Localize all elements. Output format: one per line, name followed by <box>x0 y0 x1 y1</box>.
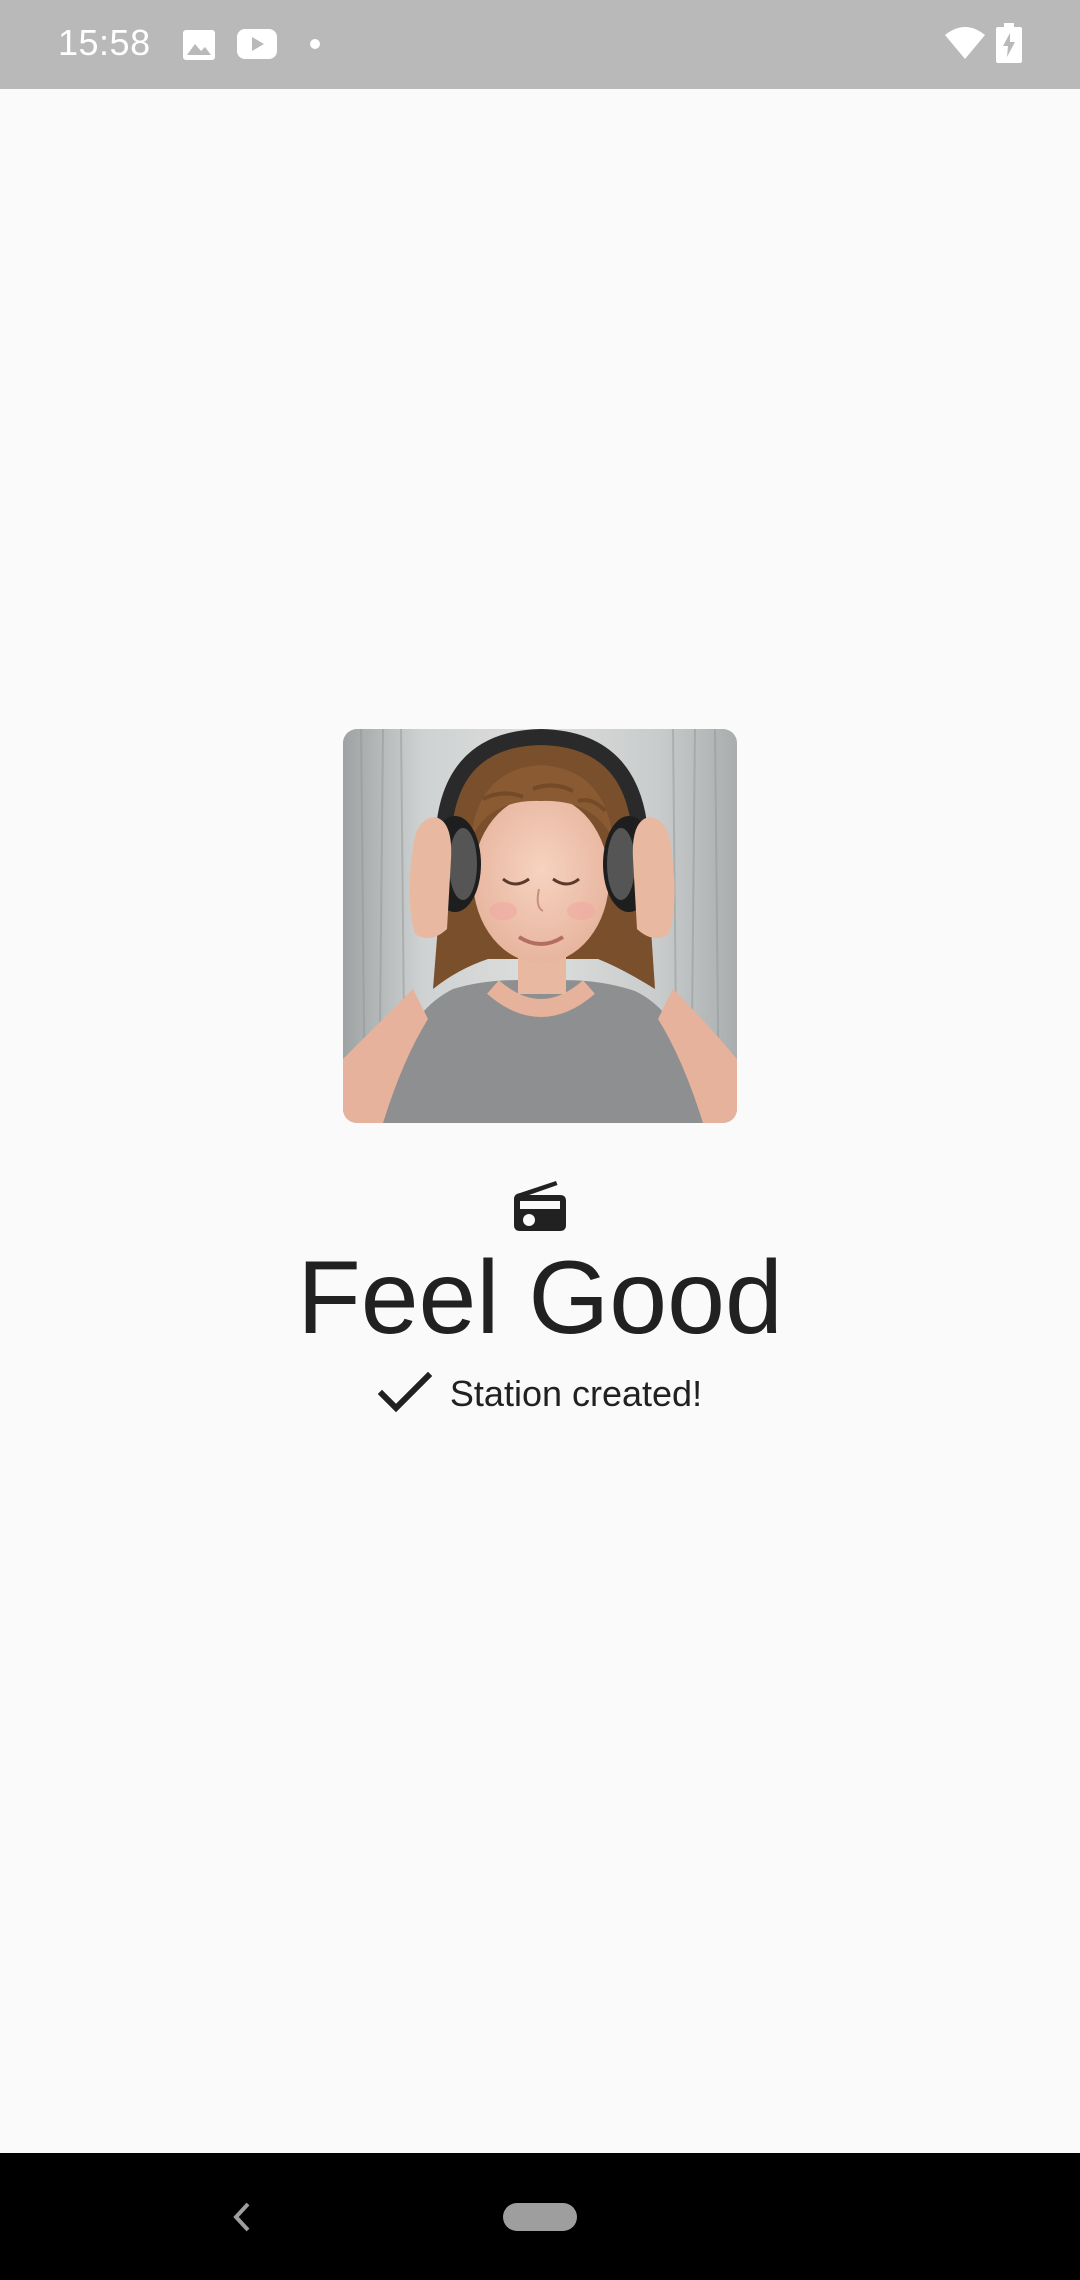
home-pill-icon[interactable] <box>503 2203 577 2231</box>
radio-icon <box>514 1181 566 1231</box>
battery-charging-icon <box>996 23 1022 63</box>
status-bar: 15:58 <box>0 0 1080 89</box>
check-icon <box>377 1372 432 1413</box>
notification-dot-icon <box>310 39 320 49</box>
station-artwork <box>343 729 737 1123</box>
status-time: 15:58 <box>58 22 151 63</box>
girl-with-headphones-image <box>343 729 737 1123</box>
station-status: Station created! <box>0 1370 1080 1418</box>
youtube-icon <box>237 29 277 59</box>
wifi-icon <box>945 27 985 59</box>
status-text: Station created! <box>449 1373 703 1414</box>
image-icon <box>183 30 215 60</box>
back-icon[interactable] <box>228 2200 258 2234</box>
station-title: Feel Good <box>297 1240 783 1356</box>
